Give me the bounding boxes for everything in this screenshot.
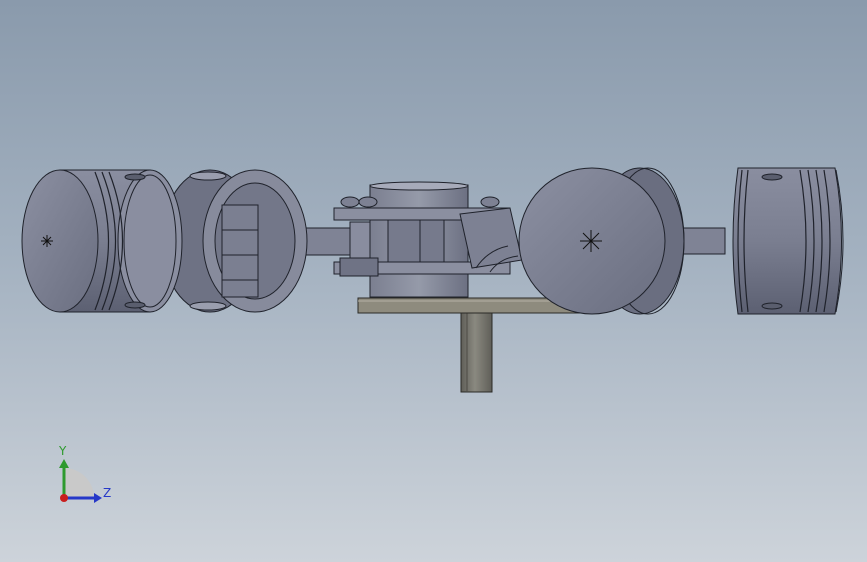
- piston-right-outer[interactable]: [732, 167, 844, 315]
- crown-mark-right: [580, 230, 602, 252]
- piston-left-inner[interactable]: [161, 169, 308, 313]
- crank-shaft[interactable]: [460, 312, 493, 393]
- graphics-viewport[interactable]: Y Z: [0, 0, 867, 562]
- reference-triad: [59, 459, 102, 503]
- piston-left-outer[interactable]: [21, 169, 183, 313]
- triad-y-label: Y: [59, 444, 67, 458]
- triad-quadrant: [64, 468, 94, 498]
- piston-right-crown[interactable]: [518, 167, 685, 315]
- x-axis-dot: [60, 494, 68, 502]
- model-view[interactable]: [0, 0, 867, 562]
- base-plate[interactable]: [357, 297, 581, 314]
- triad-z-label: Z: [103, 486, 112, 500]
